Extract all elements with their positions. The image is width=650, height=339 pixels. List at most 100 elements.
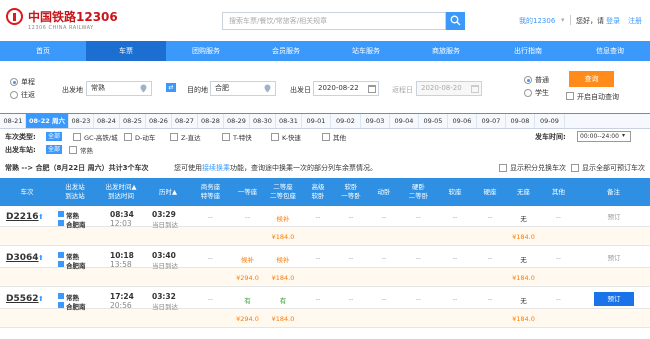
date-tab[interactable]: 09-05	[419, 114, 448, 128]
seat-cell: --	[487, 213, 493, 221]
date-tab[interactable]: 08-23	[69, 114, 94, 128]
duration: 03:40	[152, 251, 176, 260]
date-tab[interactable]: 08-24	[94, 114, 120, 128]
seat-cell[interactable]: 有	[264, 295, 302, 305]
nav-info[interactable]: 信息查询	[570, 41, 650, 61]
railway-logo-icon[interactable]	[6, 8, 23, 25]
date-tab[interactable]: 09-08	[506, 114, 535, 128]
seat-cell[interactable]: 候补	[231, 254, 264, 264]
calendar-icon[interactable]	[471, 85, 479, 93]
date-tab[interactable]: 08-25	[120, 114, 146, 128]
date-tab[interactable]: 09-06	[448, 114, 477, 128]
points-checkbox[interactable]	[499, 164, 507, 172]
chevron-down-icon[interactable]: ▾	[561, 16, 565, 24]
price-second: ¥184.0	[271, 315, 295, 323]
arrival-day: 当日到达	[152, 221, 178, 229]
nav-group[interactable]: 团购服务	[166, 41, 246, 61]
date-tab[interactable]: 08-21	[1, 114, 26, 128]
auto-query-checkbox[interactable]	[566, 92, 574, 100]
train-number[interactable]: D2216	[6, 212, 39, 222]
date-tab[interactable]: 09-09	[535, 114, 565, 128]
train-number[interactable]: D5562	[6, 294, 39, 304]
train-type-checkbox[interactable]	[170, 133, 178, 141]
points-label: 显示积分兑换车次	[510, 164, 566, 172]
date-tab[interactable]: 08-26	[146, 114, 172, 128]
login-link[interactable]: 登录	[606, 16, 620, 26]
train-type-checkbox[interactable]	[322, 133, 330, 141]
station-all-tag[interactable]: 全部	[46, 145, 63, 154]
station-checkbox[interactable]	[69, 146, 77, 154]
train-type-all-tag[interactable]: 全部	[46, 132, 63, 141]
seat-cell: --	[208, 254, 213, 262]
train-number[interactable]: D3064	[6, 253, 39, 263]
tip-text: 您可使用接续换乘功能，查询途中换乘一次的部分列车余票情况。	[174, 164, 377, 172]
arrive-time: 12:03	[110, 219, 132, 228]
nav-member[interactable]: 会员服务	[246, 41, 326, 61]
all-bookable-label: 显示全部可预订车次	[582, 164, 645, 172]
chevron-down-icon: ▾	[622, 132, 626, 139]
end-station-icon	[58, 302, 64, 308]
train-info-icon[interactable]: ⬆	[38, 254, 44, 262]
train-type-checkbox[interactable]	[271, 133, 279, 141]
normal-radio[interactable]	[524, 76, 532, 84]
book-button[interactable]: 预订	[594, 210, 634, 224]
train-type-option: K-快速	[282, 134, 301, 142]
search-input[interactable]: 搜索车票/餐饮/常旅客/相关规章	[222, 12, 446, 30]
nav-guide[interactable]: 出行指南	[486, 41, 570, 61]
nav-home[interactable]: 首页	[0, 41, 86, 61]
seat-cell[interactable]: 候补	[264, 213, 302, 223]
query-button[interactable]: 查询	[569, 71, 614, 87]
my12306-link[interactable]: 我的12306	[519, 16, 555, 26]
student-radio[interactable]	[524, 89, 532, 97]
transfer-link[interactable]: 接续换乘	[202, 164, 230, 172]
train-type-checkbox[interactable]	[124, 133, 132, 141]
seat-cell: --	[556, 213, 561, 221]
train-type-checkbox[interactable]	[73, 133, 81, 141]
all-bookable-checkbox[interactable]	[571, 164, 579, 172]
price-row	[0, 309, 650, 328]
column-header: 无座	[517, 187, 530, 196]
calendar-icon[interactable]	[368, 85, 376, 93]
date-tab[interactable]: 09-02	[331, 114, 361, 128]
date-tab[interactable]: 09-03	[361, 114, 390, 128]
seat-cell: --	[315, 295, 321, 303]
normal-label: 普通	[535, 76, 549, 84]
book-button[interactable]: 预订	[594, 292, 634, 306]
seat-cell[interactable]: 候补	[264, 254, 302, 264]
seat-cell: --	[208, 295, 213, 303]
date-tab[interactable]: 08-22 周六	[26, 114, 69, 128]
date-tab[interactable]: 08-31	[276, 114, 302, 128]
train-type-checkbox[interactable]	[222, 133, 230, 141]
date-tab[interactable]: 08-30	[250, 114, 276, 128]
nav-business[interactable]: 商旅服务	[406, 41, 486, 61]
time-label: 发车时间:	[535, 133, 566, 141]
seat-cell: --	[416, 295, 421, 303]
register-link[interactable]: 注册	[628, 16, 642, 26]
train-info-icon[interactable]: ⬆	[38, 213, 44, 221]
logo-title[interactable]: 中国铁路12306	[28, 8, 118, 25]
column-header[interactable]: 历时▲	[146, 178, 190, 206]
seat-cell[interactable]: 有	[231, 295, 264, 305]
date-tab[interactable]: 09-01	[302, 114, 331, 128]
date-tab[interactable]: 09-04	[390, 114, 419, 128]
swap-icon[interactable]: ⇄	[166, 83, 176, 92]
divider	[570, 15, 571, 25]
seat-cell: --	[348, 295, 354, 303]
date-tab[interactable]: 08-27	[172, 114, 198, 128]
seat-cell: 无	[520, 256, 527, 264]
date-tab[interactable]: 08-28	[198, 114, 224, 128]
one-way-radio[interactable]	[10, 78, 18, 86]
book-button[interactable]: 预订	[594, 251, 634, 265]
nav-tickets[interactable]: 车票	[86, 41, 166, 61]
train-type-option: T-特快	[233, 134, 252, 142]
nav-station[interactable]: 站车服务	[326, 41, 406, 61]
column-header: 软卧 一等卧	[341, 183, 361, 200]
date-tab[interactable]: 08-29	[224, 114, 250, 128]
end-station-icon	[58, 220, 64, 226]
date-tab[interactable]: 09-07	[477, 114, 506, 128]
search-button[interactable]	[446, 12, 465, 30]
column-header[interactable]: 出发时间▲ 到达时间	[96, 178, 146, 206]
train-info-icon[interactable]: ⬆	[38, 295, 44, 303]
round-trip-radio[interactable]	[10, 91, 18, 99]
seat-cell: --	[245, 213, 250, 221]
